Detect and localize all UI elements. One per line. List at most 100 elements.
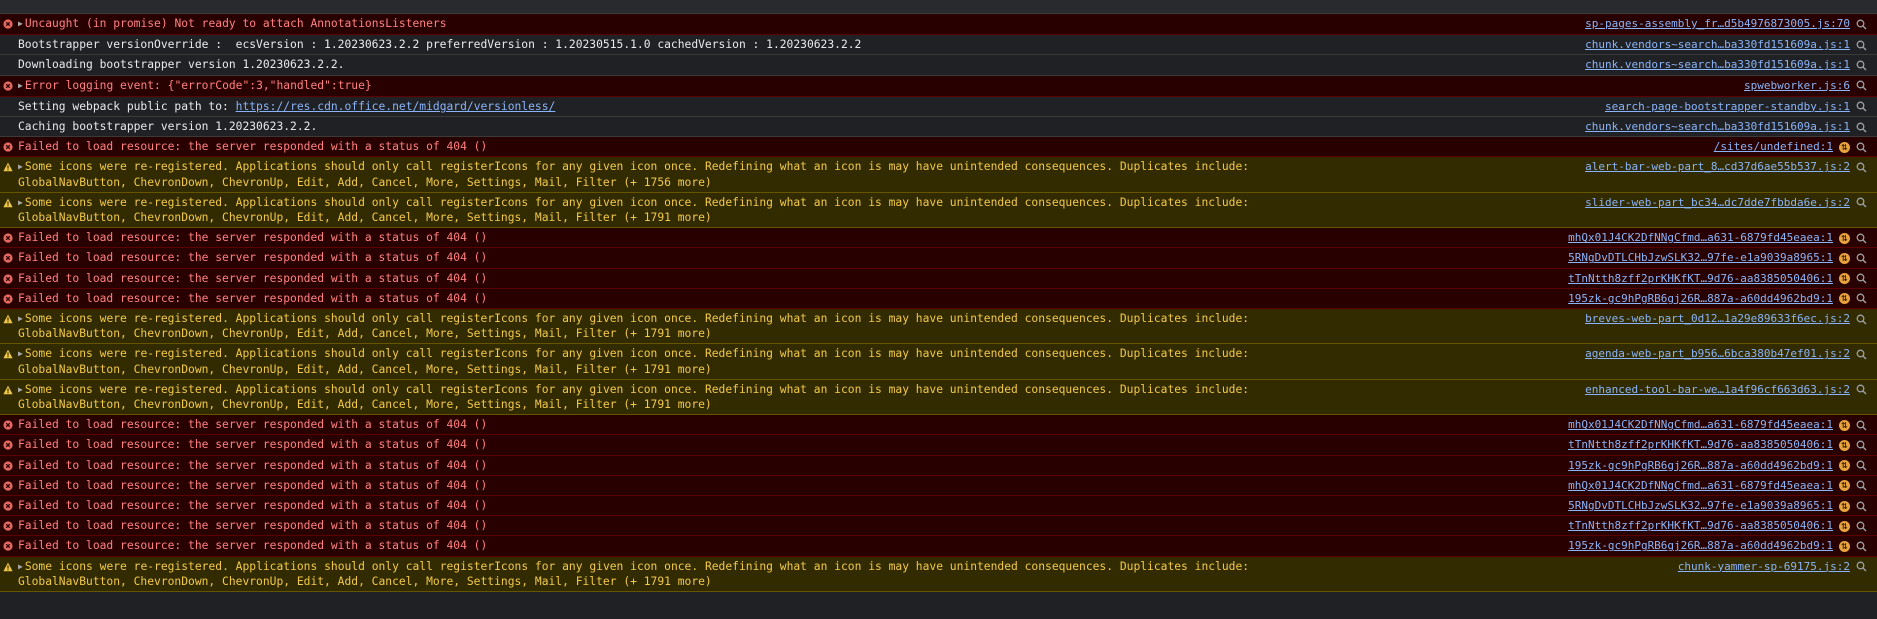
console-message-error[interactable]: Failed to load resource: the server resp…: [0, 228, 1877, 249]
console-message-info[interactable]: Bootstrapper versionOverride : ecsVersio…: [0, 35, 1877, 56]
network-request-icon[interactable]: ⇅: [1839, 273, 1850, 285]
console-message-error[interactable]: Failed to load resource: the server resp…: [0, 475, 1877, 497]
search-icon[interactable]: [1856, 273, 1867, 284]
network-request-icon[interactable]: ⇅: [1839, 293, 1850, 305]
console-message-error[interactable]: Failed to load resource: the server resp…: [0, 496, 1877, 517]
console-message-error[interactable]: Failed to load resource: the server resp…: [0, 435, 1877, 456]
search-icon[interactable]: [1856, 521, 1867, 532]
search-icon[interactable]: [1856, 162, 1867, 173]
console-message-error[interactable]: ▶ Uncaught (in promise) Not ready to atta…: [0, 14, 1877, 36]
console-message-warning[interactable]: ▶ Some icons were re-registered. Applicat…: [0, 157, 1877, 193]
console-message-warning[interactable]: ▶ Some icons were re-registered. Applicat…: [0, 344, 1877, 380]
source-link[interactable]: tTnNtth8zff2prKHKfKT…9d76-aa8385050406:1: [1568, 272, 1833, 286]
message-body: Some icons were re-registered. Applicati…: [18, 160, 1250, 189]
error-circle-icon: [3, 142, 13, 152]
expand-triangle-icon[interactable]: ▶: [18, 162, 23, 171]
search-icon[interactable]: [1856, 460, 1867, 471]
expand-triangle-icon[interactable]: ▶: [18, 19, 23, 28]
console-message-error[interactable]: Failed to load resource: the server resp…: [0, 288, 1877, 310]
source-link[interactable]: breves-web-part_0d12…1a29e89633f6ec.js:2: [1585, 312, 1850, 326]
console-message-error[interactable]: Failed to load resource: the server resp…: [0, 455, 1877, 476]
console-message-error[interactable]: Failed to load resource: the server resp…: [0, 268, 1877, 289]
network-request-icon[interactable]: ⇅: [1839, 419, 1850, 431]
console-message-error[interactable]: Failed to load resource: the server resp…: [0, 137, 1877, 158]
search-icon[interactable]: [1856, 253, 1867, 264]
console-message-warning[interactable]: ▶ Some icons were re-registered. Applicat…: [0, 379, 1877, 416]
message-url-link[interactable]: https://res.cdn.office.net/midgard/versi…: [236, 100, 556, 113]
message-body: Downloading bootstrapper version 1.20230…: [18, 58, 345, 72]
network-request-icon[interactable]: ⇅: [1839, 541, 1850, 553]
expand-triangle-icon[interactable]: ▶: [18, 198, 23, 207]
source-link[interactable]: search-page-bootstrapper-standby.js:1: [1605, 100, 1850, 114]
source-link[interactable]: 195zk-gc9hPgRB6gj26R…887a-a60dd4962bd9:1: [1568, 459, 1833, 473]
source-link[interactable]: alert-bar-web-part_8…cd37d6ae55b537.js:2: [1585, 160, 1850, 174]
source-link[interactable]: sp-pages-assembly_fr…d5b4976873005.js:70: [1585, 17, 1850, 31]
source-link[interactable]: 195zk-gc9hPgRB6gj26R…887a-a60dd4962bd9:1: [1568, 539, 1833, 553]
console-message-error[interactable]: ▶ Error logging event: {"errorCode":3,"ha…: [0, 75, 1877, 97]
source-link[interactable]: chunk.vendors~search…ba330fd151609a.js:1: [1585, 58, 1850, 72]
search-icon[interactable]: [1856, 349, 1867, 360]
console-message-error[interactable]: Failed to load resource: the server resp…: [0, 248, 1877, 269]
source-link[interactable]: chunk-yammer-sp-69175.js:2: [1678, 560, 1850, 574]
source-link[interactable]: chunk.vendors~search…ba330fd151609a.js:1: [1585, 120, 1850, 134]
search-icon[interactable]: [1856, 480, 1867, 491]
message-body: Caching bootstrapper version 1.20230623.…: [18, 120, 318, 134]
network-request-icon[interactable]: ⇅: [1839, 460, 1850, 472]
console-message-info[interactable]: Downloading bootstrapper version 1.20230…: [0, 55, 1877, 76]
source-link[interactable]: mhQx01J4CK2DfNNgCfmd…a631-6879fd45eaea:1: [1568, 418, 1833, 432]
search-icon[interactable]: [1856, 420, 1867, 431]
search-icon[interactable]: [1856, 293, 1867, 304]
search-icon[interactable]: [1856, 314, 1867, 325]
source-link[interactable]: tTnNtth8zff2prKHKfKT…9d76-aa8385050406:1: [1568, 519, 1833, 533]
source-link[interactable]: 5RNgDvDTLCHbJzwSLK32…97fe-e1a9039a8965:1: [1568, 499, 1833, 513]
console-message-error[interactable]: Failed to load resource: the server resp…: [0, 415, 1877, 436]
console-message-error[interactable]: Failed to load resource: the server resp…: [0, 536, 1877, 557]
source-link[interactable]: slider-web-part_bc34…dc7dde7fbbda6e.js:2: [1585, 196, 1850, 210]
source-link[interactable]: agenda-web-part_b956…6bca380b47ef01.js:2: [1585, 347, 1850, 361]
search-icon[interactable]: [1856, 541, 1867, 552]
search-icon[interactable]: [1856, 122, 1867, 133]
source-link[interactable]: /sites/undefined:1: [1714, 140, 1833, 154]
search-icon[interactable]: [1856, 384, 1867, 395]
source-link[interactable]: enhanced-tool-bar-we…1a4f96cf663d63.js:2: [1585, 383, 1850, 397]
search-icon[interactable]: [1856, 197, 1867, 208]
source-link[interactable]: mhQx01J4CK2DfNNgCfmd…a631-6879fd45eaea:1: [1568, 231, 1833, 245]
console-message-error[interactable]: Failed to load resource: the server resp…: [0, 516, 1877, 537]
network-request-icon[interactable]: ⇅: [1839, 500, 1850, 512]
console-message-info[interactable]: Setting webpack public path to: https://…: [0, 96, 1877, 118]
search-icon[interactable]: [1856, 561, 1867, 572]
expand-triangle-icon[interactable]: ▶: [18, 349, 23, 358]
expand-triangle-icon[interactable]: ▶: [18, 385, 23, 394]
message-actions: chunk.vendors~search…ba330fd151609a.js:1: [1585, 38, 1867, 52]
network-request-icon[interactable]: ⇅: [1839, 480, 1850, 492]
network-request-icon[interactable]: ⇅: [1839, 141, 1850, 153]
source-link[interactable]: chunk.vendors~search…ba330fd151609a.js:1: [1585, 38, 1850, 52]
search-icon[interactable]: [1856, 19, 1867, 30]
expand-triangle-icon[interactable]: ▶: [18, 562, 23, 571]
network-request-icon[interactable]: ⇅: [1839, 232, 1850, 244]
search-icon[interactable]: [1856, 142, 1867, 153]
error-circle-icon: [3, 274, 13, 284]
search-icon[interactable]: [1856, 80, 1867, 91]
source-link[interactable]: tTnNtth8zff2prKHKfKT…9d76-aa8385050406:1: [1568, 438, 1833, 452]
source-link[interactable]: 5RNgDvDTLCHbJzwSLK32…97fe-e1a9039a8965:1: [1568, 251, 1833, 265]
search-icon[interactable]: [1856, 440, 1867, 451]
search-icon[interactable]: [1856, 40, 1867, 51]
search-icon[interactable]: [1856, 233, 1867, 244]
source-link[interactable]: 195zk-gc9hPgRB6gj26R…887a-a60dd4962bd9:1: [1568, 292, 1833, 306]
network-request-icon[interactable]: ⇅: [1839, 520, 1850, 532]
search-icon[interactable]: [1856, 101, 1867, 112]
source-link[interactable]: mhQx01J4CK2DfNNgCfmd…a631-6879fd45eaea:1: [1568, 479, 1833, 493]
message-body: Failed to load resource: the server resp…: [18, 499, 488, 513]
network-request-icon[interactable]: ⇅: [1839, 440, 1850, 452]
console-message-warning[interactable]: ▶ Some icons were re-registered. Applicat…: [0, 192, 1877, 229]
expand-triangle-icon[interactable]: ▶: [18, 81, 23, 90]
source-link[interactable]: spwebworker.js:6: [1744, 79, 1850, 93]
search-icon[interactable]: [1856, 501, 1867, 512]
expand-triangle-icon[interactable]: ▶: [18, 314, 23, 323]
console-message-info[interactable]: Caching bootstrapper version 1.20230623.…: [0, 117, 1877, 138]
network-request-icon[interactable]: ⇅: [1839, 253, 1850, 265]
console-message-warning[interactable]: ▶ Some icons were re-registered. Applicat…: [0, 309, 1877, 345]
search-icon[interactable]: [1856, 60, 1867, 71]
console-message-warning[interactable]: ▶ Some icons were re-registered. Applicat…: [0, 556, 1877, 593]
